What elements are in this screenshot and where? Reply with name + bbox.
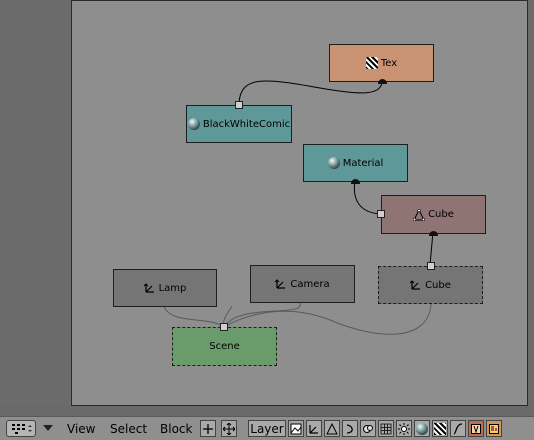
- library-icon: [471, 423, 481, 434]
- mesh-icon: [326, 422, 338, 434]
- layer-toggle-button[interactable]: Layer: [248, 420, 286, 437]
- node-cube-object[interactable]: Cube: [378, 262, 483, 304]
- node-material[interactable]: Material: [303, 144, 408, 184]
- material-icon: [327, 157, 340, 169]
- node-label: Scene: [209, 341, 240, 352]
- object-axes-icon: [143, 282, 156, 294]
- node-cube-mesh[interactable]: Cube: [377, 195, 486, 236]
- menu-block[interactable]: Block: [160, 422, 192, 436]
- curve-icon: [346, 423, 353, 434]
- script-icon: [489, 423, 499, 434]
- input-socket[interactable]: [220, 323, 228, 331]
- node-label: Camera: [290, 278, 330, 290]
- node-tex[interactable]: Tex: [329, 44, 434, 84]
- node-label: Tex: [380, 57, 398, 69]
- filter-object-button[interactable]: [306, 420, 322, 437]
- lamp-icon: [398, 422, 410, 435]
- filter-lattice-button[interactable]: [378, 420, 394, 437]
- node-scene[interactable]: Scene: [172, 323, 277, 366]
- node-label: Lamp: [158, 282, 187, 294]
- pan-arrows-icon: [223, 422, 235, 435]
- texture-icon: [434, 422, 446, 435]
- zoom-plus-icon: [203, 423, 213, 434]
- layer-label: Layer: [250, 421, 284, 436]
- filter-texture-button[interactable]: [432, 420, 448, 437]
- ipo-curve-icon: [453, 422, 463, 435]
- zoom-button[interactable]: [200, 420, 216, 437]
- filter-metaball-button[interactable]: [360, 420, 376, 437]
- left-panel-strip: [0, 0, 71, 406]
- metaball-icon: [363, 424, 373, 433]
- lattice-icon: [380, 423, 392, 434]
- node-label: Material: [342, 157, 384, 169]
- node-label: Cube: [428, 209, 454, 220]
- oops-header-toolbar: View Select Block Layer: [0, 416, 534, 440]
- filter-script-button[interactable]: [486, 420, 502, 437]
- filter-scene-button[interactable]: [288, 420, 304, 437]
- filter-library-button[interactable]: [468, 420, 484, 437]
- menu-select[interactable]: Select: [110, 422, 147, 436]
- filter-mesh-button[interactable]: [324, 420, 340, 437]
- node-label: Cube: [425, 279, 451, 291]
- right-panel-strip: [528, 0, 534, 406]
- output-socket[interactable]: [351, 179, 360, 184]
- object-axes-icon: [275, 278, 287, 290]
- editor-type-selector[interactable]: [6, 420, 36, 437]
- input-socket[interactable]: [235, 101, 243, 109]
- output-socket[interactable]: [429, 231, 438, 236]
- output-socket[interactable]: [378, 79, 387, 84]
- object-axes-icon: [409, 279, 422, 291]
- texture-icon: [365, 57, 378, 69]
- filter-material-button[interactable]: [414, 420, 430, 437]
- pan-button[interactable]: [221, 420, 237, 437]
- filter-lamp-button[interactable]: [396, 420, 412, 437]
- input-socket[interactable]: [427, 262, 435, 270]
- mesh-icon: [412, 208, 426, 221]
- node-blackwhitecomic[interactable]: BlackWhiteComic: [186, 101, 292, 143]
- node-lamp[interactable]: Lamp: [113, 269, 217, 307]
- input-socket[interactable]: [377, 210, 385, 218]
- object-axes-icon: [309, 424, 318, 434]
- menu-collapse-triangle-icon[interactable]: [43, 425, 53, 431]
- image-icon: [290, 423, 302, 434]
- world-icon: [187, 118, 200, 130]
- node-camera[interactable]: Camera: [250, 265, 355, 303]
- oops-editor-icon: [12, 424, 32, 434]
- filter-curve-button[interactable]: [342, 420, 358, 437]
- menu-view[interactable]: View: [67, 422, 95, 436]
- filter-ipo-button[interactable]: [450, 420, 466, 437]
- material-icon: [416, 422, 428, 435]
- node-label: BlackWhiteComic: [202, 118, 291, 130]
